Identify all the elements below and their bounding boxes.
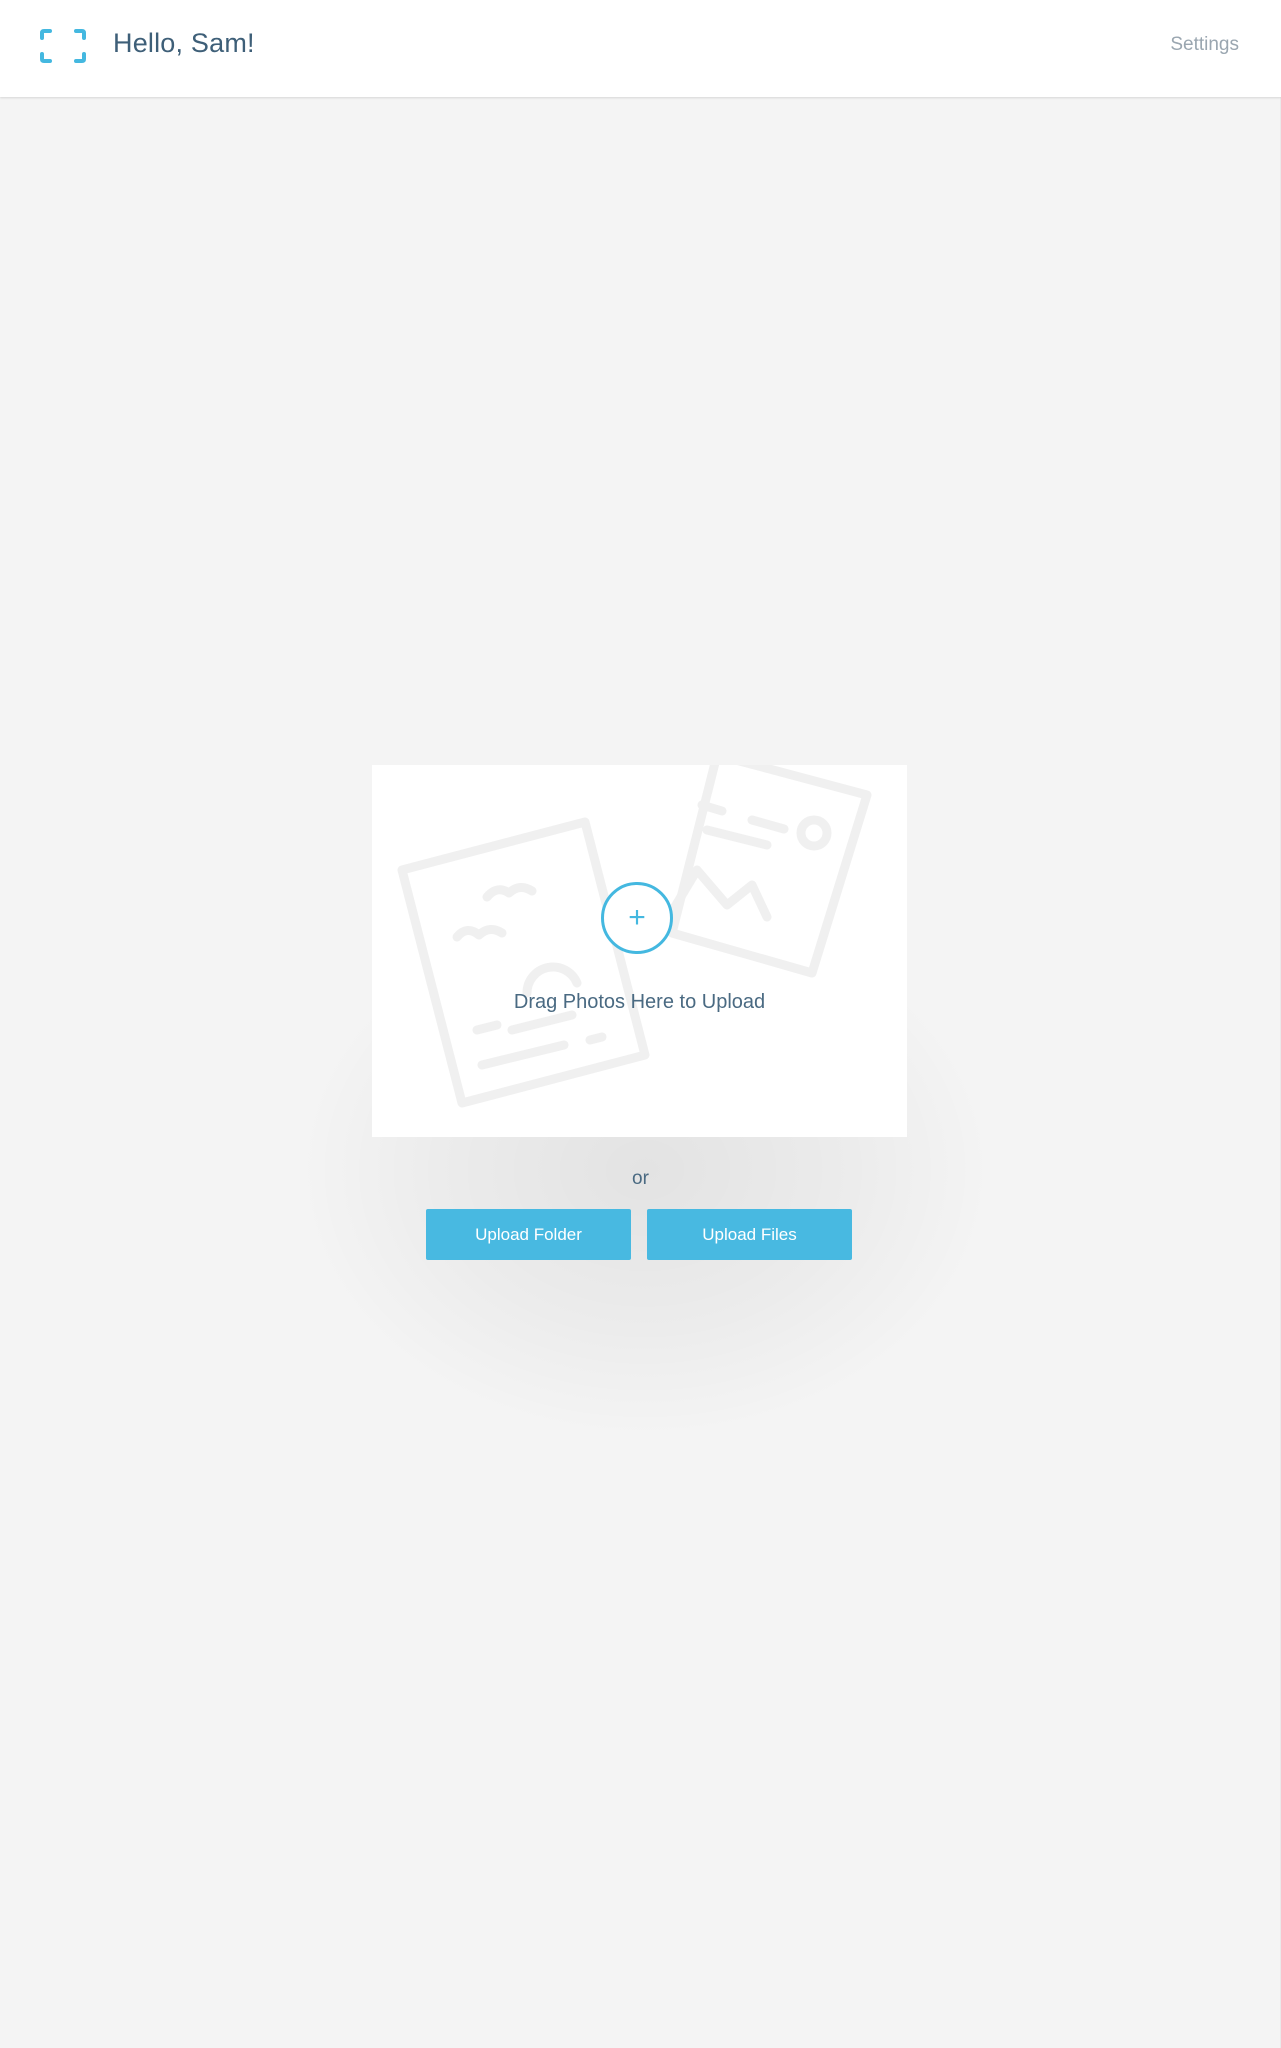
drop-instruction: Drag Photos Here to Upload	[513, 991, 766, 1013]
frame-corners-icon[interactable]	[40, 29, 86, 63]
top-header: Hello, Sam! Settings	[0, 0, 1281, 97]
photo-postcard-icon	[397, 817, 650, 1108]
plus-icon: +	[628, 901, 646, 934]
add-photo-button[interactable]: +	[601, 882, 673, 954]
upload-folder-button[interactable]: Upload Folder	[426, 1209, 631, 1260]
app-root: Hello, Sam! Settings + Drag Photos Here …	[0, 0, 1281, 2048]
or-separator: or	[632, 1168, 649, 1189]
landscape-photo-icon	[665, 765, 872, 978]
upload-files-button[interactable]: Upload Files	[647, 1209, 852, 1260]
settings-link[interactable]: Settings	[1170, 34, 1239, 56]
photo-drop-zone[interactable]: + Drag Photos Here to Upload	[372, 765, 907, 1137]
greeting-title: Hello, Sam!	[113, 28, 255, 58]
